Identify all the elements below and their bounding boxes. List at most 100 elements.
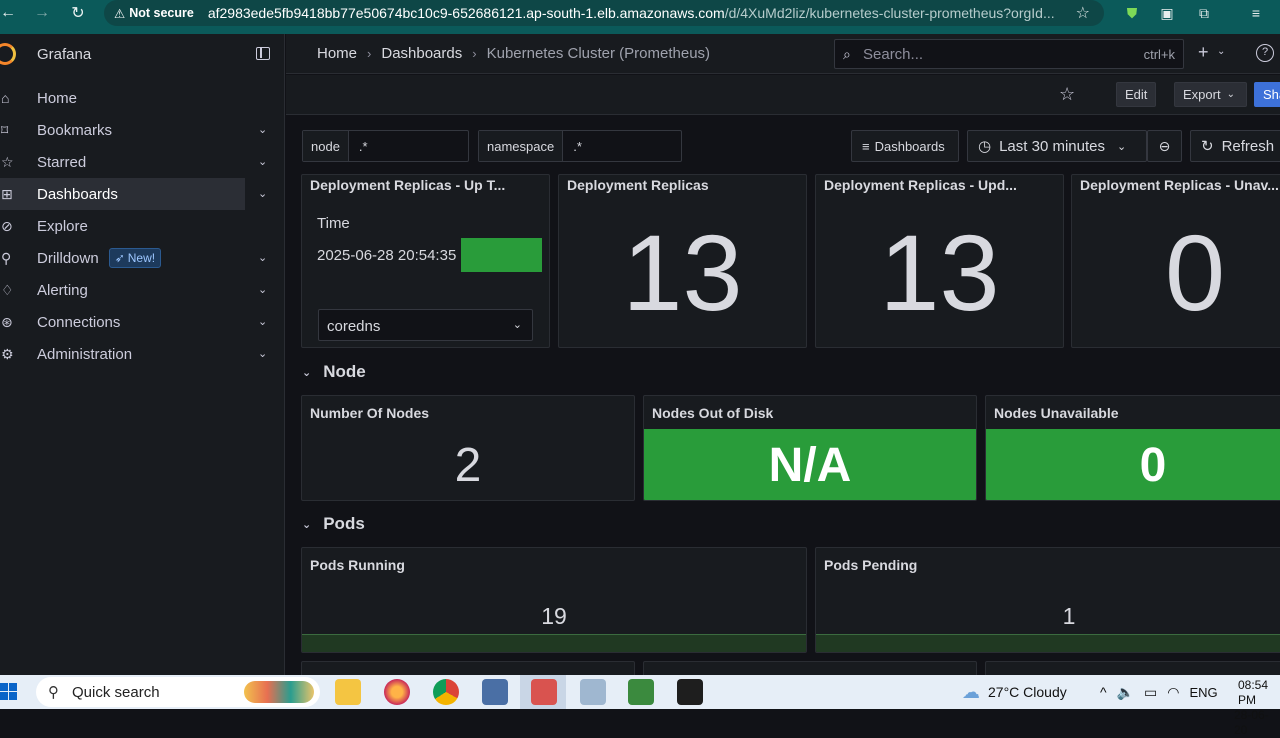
panel-deployment-replicas[interactable]: Deployment Replicas 13 bbox=[558, 174, 807, 348]
sidebar-item-starred[interactable]: ☆ Starred ⌄ bbox=[0, 146, 284, 178]
export-button[interactable]: Export ⌄ bbox=[1174, 82, 1247, 107]
breadcrumb-home[interactable]: Home bbox=[317, 45, 357, 62]
mark-favorite-star-icon[interactable]: ☆ bbox=[1059, 84, 1075, 105]
panel-pods-pending[interactable]: Pods Pending 1 bbox=[815, 547, 1280, 653]
dashboards-button[interactable]: ≡ Dashboards bbox=[851, 130, 959, 162]
variable-node[interactable]: node .* bbox=[302, 130, 469, 162]
breadcrumb-dashboards[interactable]: Dashboards bbox=[381, 45, 462, 62]
panel-deployment-updated[interactable]: Deployment Replicas - Upd... 13 bbox=[815, 174, 1064, 348]
network-app-icon[interactable] bbox=[580, 679, 606, 705]
sidebar-item-explore[interactable]: ⊘ Explore bbox=[0, 210, 284, 242]
star-icon: ☆ bbox=[1, 154, 14, 170]
panel-title: Deployment Replicas - Unav... bbox=[1080, 177, 1279, 193]
sidebar-item-connections[interactable]: ⊛ Connections ⌄ bbox=[0, 306, 284, 338]
weather-widget[interactable]: ☁ 27°C Cloudy bbox=[962, 675, 1067, 709]
wifi-icon[interactable]: ◠ bbox=[1167, 684, 1179, 701]
edit-button[interactable]: Edit bbox=[1116, 82, 1157, 107]
forward-icon[interactable]: → bbox=[26, 0, 58, 30]
language-indicator[interactable]: ENG bbox=[1189, 685, 1217, 700]
address-bar[interactable]: ⚠ Not secure af2983ede5fb9418bb77e50674b… bbox=[104, 0, 1104, 26]
sidebar-item-label: Starred bbox=[37, 153, 87, 171]
app-icon[interactable] bbox=[531, 679, 557, 705]
panel-title: Nodes Out of Disk bbox=[652, 405, 774, 421]
chevron-down-icon[interactable]: ⌄ bbox=[258, 155, 267, 168]
calculator-icon[interactable] bbox=[482, 679, 508, 705]
search-placeholder: Search... bbox=[863, 45, 924, 63]
taskbar-search-input[interactable]: ⚲ Quick search bbox=[36, 677, 320, 707]
sidebar-item-label: Connections bbox=[37, 313, 121, 331]
new-plus-icon[interactable]: + bbox=[1198, 42, 1209, 63]
select-value: coredns bbox=[327, 318, 381, 335]
zoom-out-button[interactable]: ⊖ bbox=[1147, 130, 1182, 162]
panel-number-of-nodes[interactable]: Number Of Nodes 2 bbox=[301, 395, 635, 501]
security-label: Not secure bbox=[129, 6, 194, 20]
panel-title: Deployment Replicas bbox=[567, 177, 709, 193]
table-column-header[interactable]: Time bbox=[317, 215, 350, 232]
clock[interactable]: 08:54 PM 28-06-20 bbox=[1234, 678, 1280, 738]
clock-icon: ◷ bbox=[978, 138, 992, 155]
variable-value[interactable]: .* bbox=[563, 131, 592, 161]
bell-icon: ♢ bbox=[1, 282, 14, 298]
shield-extension-icon[interactable]: ⛊ bbox=[1120, 0, 1144, 26]
sidebar-item-label: Bookmarks bbox=[37, 121, 113, 139]
panel-deployment-unavailable[interactable]: Deployment Replicas - Unav... 0 bbox=[1071, 174, 1280, 348]
chevron-down-icon: ⌄ bbox=[302, 518, 312, 531]
panel-title: Number Of Nodes bbox=[310, 405, 430, 421]
extension-badge-icon[interactable]: ▣ bbox=[1155, 0, 1179, 26]
security-indicator[interactable]: ⚠ Not secure bbox=[114, 6, 204, 21]
panel-deployment-uptime[interactable]: Deployment Replicas - Up T... Time 2025-… bbox=[301, 174, 550, 348]
chevron-down-icon[interactable]: ⌄ bbox=[1217, 46, 1225, 57]
chevron-down-icon[interactable]: ⌄ bbox=[258, 315, 267, 328]
terminal-icon[interactable] bbox=[677, 679, 703, 705]
panel-pods-running[interactable]: Pods Running 19 bbox=[301, 547, 807, 653]
notepad-icon[interactable] bbox=[628, 679, 654, 705]
sidebar-item-alerting[interactable]: ♢ Alerting ⌄ bbox=[0, 274, 284, 306]
chevron-down-icon[interactable]: ⌄ bbox=[258, 251, 267, 264]
url-host: af2983ede5fb9418bb77e50674bc10c9-6526861… bbox=[207, 5, 725, 21]
chevron-up-icon[interactable]: ^ bbox=[1100, 684, 1107, 700]
chevron-down-icon[interactable]: ⌄ bbox=[258, 347, 267, 360]
variable-label: node bbox=[303, 131, 349, 161]
share-button[interactable]: Sha bbox=[1254, 82, 1280, 107]
chevron-down-icon[interactable]: ⌄ bbox=[258, 283, 267, 296]
search-shortcut: ctrl+k bbox=[1143, 47, 1175, 62]
reading-list-icon[interactable]: ≡ bbox=[1244, 0, 1268, 26]
taskbar: ⚲ Quick search ☁ 27°C Cloudy ^ 🔈 ▭ ◠ ENG… bbox=[0, 675, 1280, 737]
url-path: /d/4XuMd2liz/kubernetes-cluster-promethe… bbox=[724, 5, 1055, 21]
back-icon[interactable]: ← bbox=[0, 0, 24, 30]
chevron-down-icon: ⌄ bbox=[302, 366, 312, 379]
extensions-puzzle-icon[interactable]: ⧉ bbox=[1192, 0, 1216, 26]
gear-icon: ⚙ bbox=[1, 346, 14, 362]
file-explorer-icon[interactable] bbox=[335, 679, 361, 705]
dock-menu-icon[interactable] bbox=[256, 47, 270, 60]
panel-nodes-out-of-disk[interactable]: Nodes Out of Disk N/A bbox=[643, 395, 977, 501]
dashboards-label: Dashboards bbox=[874, 138, 945, 154]
weather-text: 27°C Cloudy bbox=[988, 684, 1067, 700]
refresh-button[interactable]: ↻ Refresh bbox=[1190, 130, 1280, 162]
chevron-down-icon[interactable]: ⌄ bbox=[258, 123, 267, 136]
row-header-node[interactable]: ⌄ Node bbox=[302, 362, 366, 382]
table-cell: 2025-06-28 20:54:35 bbox=[317, 247, 457, 264]
speaker-icon[interactable]: 🔈 bbox=[1117, 684, 1134, 701]
chrome-icon[interactable] bbox=[433, 679, 459, 705]
top-bar: Home › Dashboards › Kubernetes Cluster (… bbox=[286, 34, 1280, 74]
sidebar-item-drilldown[interactable]: ⚲ Drilldown ➶ New! ⌄ bbox=[0, 242, 284, 274]
search-input[interactable]: ⌕ Search... ctrl+k bbox=[834, 39, 1184, 69]
panel-select[interactable]: coredns ⌄ bbox=[318, 309, 533, 341]
row-header-pods[interactable]: ⌄ Pods bbox=[302, 514, 365, 534]
reload-icon[interactable]: ↻ bbox=[62, 0, 94, 30]
help-icon[interactable]: ? bbox=[1256, 44, 1274, 62]
firefox-icon[interactable] bbox=[384, 679, 410, 705]
sidebar-item-home[interactable]: ⌂ Home bbox=[0, 82, 284, 114]
chevron-down-icon[interactable]: ⌄ bbox=[258, 187, 267, 200]
panel-nodes-unavailable[interactable]: Nodes Unavailable 0 bbox=[985, 395, 1280, 501]
sidebar-item-administration[interactable]: ⚙ Administration ⌄ bbox=[0, 338, 284, 370]
sidebar-item-dashboards[interactable]: ⊞ Dashboards ⌄ bbox=[0, 178, 267, 210]
battery-icon[interactable]: ▭ bbox=[1144, 684, 1157, 701]
variable-value[interactable]: .* bbox=[348, 131, 378, 161]
windows-start-icon[interactable] bbox=[0, 683, 18, 701]
time-range-picker[interactable]: ◷ Last 30 minutes ⌄ bbox=[967, 130, 1147, 162]
variable-namespace[interactable]: namespace .* bbox=[478, 130, 682, 162]
bookmark-star-icon[interactable]: ☆ bbox=[1076, 3, 1090, 23]
sidebar-item-bookmarks[interactable]: ⌑ Bookmarks ⌄ bbox=[0, 114, 284, 146]
